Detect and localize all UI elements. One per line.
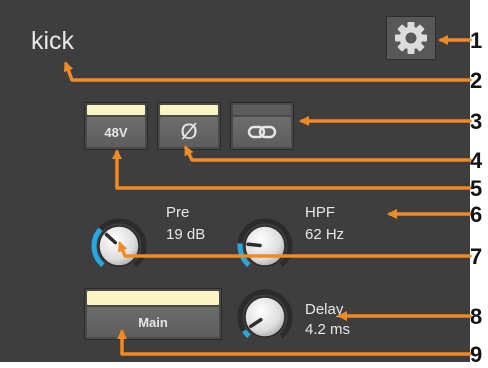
callout-number: 9	[470, 342, 483, 367]
preamp-gain-knob[interactable]	[91, 218, 147, 274]
channel-name[interactable]: kick	[31, 27, 74, 56]
delay-knob-value-arc	[241, 329, 251, 339]
main-output-button[interactable]: Main	[84, 288, 222, 340]
hpf-value: 62 Hz	[305, 226, 345, 243]
main-output-indicator	[87, 291, 219, 305]
delay-knob-body	[244, 296, 286, 338]
polarity-indicator	[160, 105, 218, 115]
preamp-knob-graphic	[91, 218, 147, 268]
callout-number: 8	[470, 304, 483, 329]
gear-icon	[395, 22, 427, 54]
callout-number: 2	[470, 68, 483, 93]
phantom-power-indicator	[87, 105, 145, 115]
preamp-knob-body	[98, 225, 140, 267]
delay-label: Delay	[305, 301, 344, 318]
callout-number: 7	[470, 244, 483, 269]
hpf-knob-pointer	[246, 242, 262, 248]
callout-number: 4	[470, 148, 483, 173]
hpf-label: HPF	[305, 204, 335, 221]
delay-knob-graphic	[237, 289, 293, 339]
hpf-knob-graphic	[237, 218, 293, 268]
polarity-invert-button[interactable]: Ø	[157, 102, 221, 150]
stereo-link-button[interactable]	[230, 102, 294, 150]
hpf-knob[interactable]	[237, 218, 293, 274]
delay-knob[interactable]	[237, 289, 293, 345]
delay-value: 4.2 ms	[305, 321, 351, 338]
polarity-icon: Ø	[180, 119, 198, 144]
link-indicator	[233, 105, 291, 115]
callout-number: 6	[470, 202, 483, 227]
main-output-label: Main	[138, 314, 168, 330]
settings-button[interactable]	[386, 16, 436, 60]
phantom-power-button[interactable]: 48V	[84, 102, 148, 150]
phantom-power-label: 48V	[104, 124, 128, 140]
callout-number: 5	[470, 176, 483, 201]
channel-strip-panel: kick 48V Ø Pre 19 dB HPF 62 Hz Delay 4.2…	[0, 0, 470, 362]
callout-number: 3	[470, 109, 483, 134]
preamp-label: Pre	[166, 204, 190, 221]
preamp-value: 19 dB	[166, 226, 206, 243]
callout-number: 1	[470, 28, 483, 53]
link-icon	[247, 125, 277, 139]
